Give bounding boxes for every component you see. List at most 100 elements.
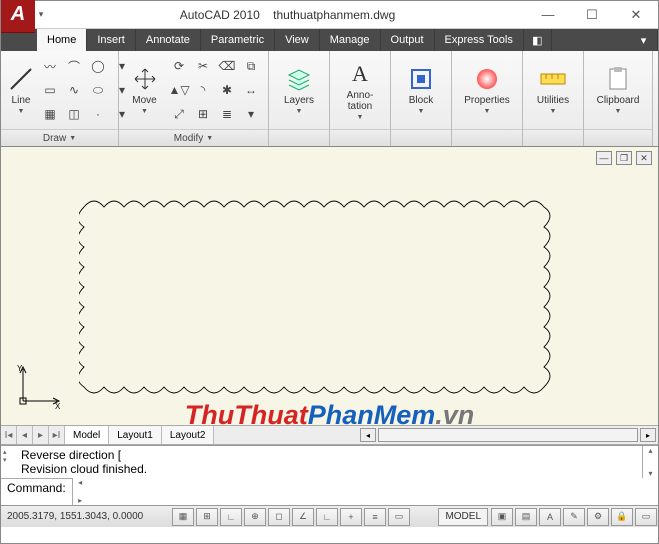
cmd-scroll-up[interactable]: ▴ [643,446,658,455]
layers-panel[interactable]: Layers▼ [275,55,323,125]
svg-text:Y: Y [17,364,23,373]
tab-extra[interactable]: ◧ [524,29,552,51]
revision-cloud [79,197,557,397]
line-icon [7,65,35,93]
ribbon-minimize[interactable]: ▾ [630,29,658,51]
workspace-switch[interactable]: ⚙ [587,508,609,526]
qat-dropdown[interactable]: ▾ [33,7,49,23]
rotate-tool[interactable]: ⟳ [168,55,190,77]
tab-model[interactable]: Model [65,426,109,444]
tab-insert[interactable]: Insert [87,29,136,51]
window-title: AutoCAD 2010 thuthuatphanmem.dwg [49,8,526,22]
cmd-line-left[interactable]: ◂ [73,478,88,487]
panel-draw[interactable]: Draw▼ [1,129,118,146]
polar-toggle[interactable]: ⊕ [244,508,266,526]
spline-tool[interactable]: ∿ [63,79,85,101]
properties-icon [473,65,501,93]
tab-manage[interactable]: Manage [320,29,381,51]
annovis[interactable]: ✎ [563,508,585,526]
panel-layers-title [269,129,329,146]
coordinates-readout: 2005.3179, 1551.3043, 0.0000 [1,511,171,522]
clipboard-panel[interactable]: Clipboard▼ [590,55,646,125]
tab-nav-next[interactable]: ▸ [33,426,49,444]
annotation-panel[interactable]: A Anno- tation▼ [336,55,384,125]
arc-tool[interactable]: ⌒ [63,55,85,77]
fillet-tool[interactable]: ◝ [192,79,214,101]
erase-tool[interactable]: ⌫ [216,55,238,77]
tab-layout1[interactable]: Layout1 [109,426,162,444]
mirror-tool[interactable]: ▲▽ [168,79,190,101]
quickview-layouts[interactable]: ▣ [491,508,513,526]
watermark: ThuThuatPhanMem.vn [185,400,475,431]
panel-modify[interactable]: Modify▼ [119,129,268,146]
tab-nav-last[interactable]: ▸І [49,426,65,444]
lwt-toggle[interactable]: ≡ [364,508,386,526]
tab-annotate[interactable]: Annotate [136,29,201,51]
tab-view[interactable]: View [275,29,320,51]
explode-tool[interactable]: ✱ [216,79,238,101]
offset-tool[interactable]: ≣ [216,103,238,125]
move-icon [131,65,159,93]
command-history: ▴▾ Reverse direction [ Revision cloud fi… [1,446,642,478]
ortho-toggle[interactable]: ∟ [220,508,242,526]
clean-screen[interactable]: ▭ [635,508,657,526]
trim-tool[interactable]: ✂ [192,55,214,77]
osnap-toggle[interactable]: ◻ [268,508,290,526]
block-panel[interactable]: Block▼ [397,55,445,125]
rectangle-tool[interactable]: ▭ [39,79,61,101]
tab-express-tools[interactable]: Express Tools [435,29,524,51]
move-tool[interactable]: Move ▼ [125,55,164,125]
stretch-tool[interactable]: ↔ [240,79,262,101]
close-button[interactable]: ✕ [614,1,658,29]
array-tool[interactable]: ⊞ [192,103,214,125]
grid-toggle[interactable]: ⊞ [196,508,218,526]
region-tool[interactable]: ◫ [63,103,85,125]
polyline-tool[interactable]: 〰 [39,55,61,77]
copy-tool[interactable]: ⧉ [240,55,262,77]
cmd-line-right[interactable]: ▸ [73,496,88,505]
tab-nav-prev[interactable]: ◂ [17,426,33,444]
panel-properties-title [452,129,522,146]
ellipse-tool[interactable]: ⬭ [87,79,109,101]
toolbar-lock[interactable]: 🔒 [611,508,633,526]
properties-panel[interactable]: Properties▼ [458,55,516,125]
panel-utilities-title [523,129,583,146]
block-icon [407,65,435,93]
panel-block-title [391,129,451,146]
tab-output[interactable]: Output [381,29,435,51]
utilities-panel[interactable]: Utilities▼ [529,55,577,125]
qp-toggle[interactable]: ▭ [388,508,410,526]
layers-icon [285,65,313,93]
scale-tool[interactable]: ⤢ [168,103,190,125]
tab-parametric[interactable]: Parametric [201,29,275,51]
space-indicator[interactable]: MODEL [438,508,488,526]
doc-close[interactable]: ✕ [636,151,652,165]
ducs-toggle[interactable]: ∟ [316,508,338,526]
line-tool[interactable]: Line ▼ [7,55,35,125]
maximize-button[interactable]: ☐ [570,1,614,29]
panel-clipboard-title [584,129,652,146]
doc-minimize[interactable]: — [596,151,612,165]
otrack-toggle[interactable]: ∠ [292,508,314,526]
clipboard-icon [604,65,632,93]
circle-tool[interactable]: ◯ [87,55,109,77]
dyn-toggle[interactable]: + [340,508,362,526]
measure-icon [539,65,567,93]
hscroll-right[interactable]: ▸ [640,428,656,442]
point-tool[interactable]: · [87,103,109,125]
app-menu-button[interactable]: A [1,0,35,33]
cmd-scroll-down[interactable]: ▾ [643,469,658,478]
tab-home[interactable]: Home [37,29,87,51]
command-input[interactable]: Command: [1,478,72,496]
minimize-button[interactable]: — [526,1,570,29]
modify-more[interactable]: ▾ [240,103,262,125]
tab-nav-first[interactable]: І◂ [1,426,17,444]
svg-text:X: X [55,402,61,409]
annoscale[interactable]: A [539,508,561,526]
hatch-tool[interactable]: ▦ [39,103,61,125]
doc-restore[interactable]: ❐ [616,151,632,165]
ribbon-tabstrip: Home Insert Annotate Parametric View Man… [1,29,658,51]
drawing-area[interactable]: — ❐ ✕ YX ThuThuatPhanMem.vn [1,147,658,425]
snap-toggle[interactable]: ▦ [172,508,194,526]
quickview-drawings[interactable]: ▤ [515,508,537,526]
